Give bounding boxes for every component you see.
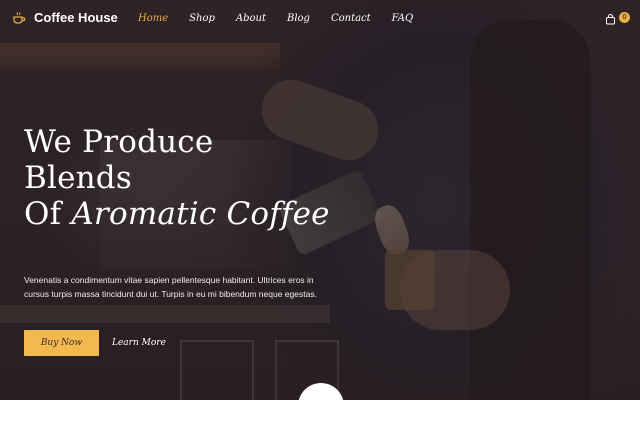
nav-blog[interactable]: Blog (287, 13, 310, 24)
nav-about[interactable]: About (236, 13, 266, 24)
learn-more-link[interactable]: Learn More (112, 330, 166, 356)
navbar: Coffee House Home Shop About Blog Contac… (0, 0, 640, 40)
headline-line-2: Blends (24, 160, 132, 196)
brand-name: Coffee House (34, 10, 118, 25)
nav-contact[interactable]: Contact (331, 13, 371, 24)
headline-line-1: We Produce (24, 124, 214, 160)
shopping-bag-icon (605, 12, 616, 25)
cart-button[interactable]: 0 (605, 12, 630, 25)
nav-shop[interactable]: Shop (189, 13, 215, 24)
headline-line-3-prefix: Of (24, 196, 72, 232)
nav-faq[interactable]: FAQ (392, 13, 414, 24)
hero-headline: We Produce Blends Of Aromatic Coffee (24, 124, 330, 232)
nav-home[interactable]: Home (138, 13, 168, 24)
hero-description: Venenatis a condimentum vitae sapien pel… (24, 274, 317, 299)
buy-now-button[interactable]: Buy Now (24, 330, 99, 356)
scroll-down-button[interactable] (298, 383, 344, 429)
cart-count-badge: 0 (619, 12, 630, 23)
main-menu: Home Shop About Blog Contact FAQ (138, 13, 434, 24)
coffee-cup-icon (12, 11, 26, 25)
brand-logo[interactable]: Coffee House (12, 10, 118, 25)
headline-line-3-emphasis: Aromatic Coffee (71, 196, 330, 232)
